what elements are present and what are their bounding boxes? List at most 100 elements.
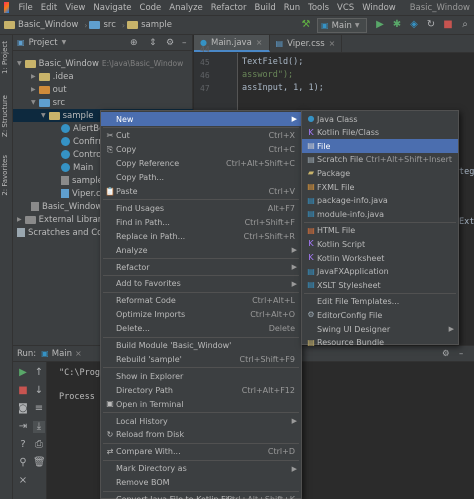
menu-item[interactable]: K Kotlin Worksheet bbox=[302, 251, 458, 265]
hammer-build-icon[interactable]: ⚒ bbox=[300, 19, 312, 31]
menu-refactor[interactable]: Refactor bbox=[207, 3, 251, 13]
menu-item[interactable]: Edit File Templates... bbox=[302, 295, 458, 309]
rerun-icon[interactable]: ▶ bbox=[17, 367, 29, 379]
menu-code[interactable]: Code bbox=[136, 3, 166, 13]
menu-build[interactable]: Build bbox=[250, 3, 279, 13]
expand-arrow-icon[interactable]: ▶ bbox=[17, 216, 22, 223]
search-icon[interactable]: ⌕ bbox=[459, 19, 471, 31]
menu-file[interactable]: File bbox=[15, 3, 37, 13]
menu-item[interactable]: Find in Path... Ctrl+Shift+F bbox=[101, 215, 301, 229]
tree-item[interactable]: Basic_Window bbox=[31, 200, 102, 213]
run-tab[interactable]: ▣ Main × bbox=[41, 349, 82, 359]
tree-item[interactable]: ▶ .idea bbox=[31, 70, 74, 83]
help-icon[interactable]: ? bbox=[17, 439, 29, 451]
menu-item[interactable]: ▤ XSLT Stylesheet bbox=[302, 278, 458, 292]
breadcrumb-item[interactable]: sample bbox=[127, 20, 172, 30]
menu-item[interactable]: ● Java Class bbox=[302, 112, 458, 126]
stop-icon[interactable]: ■ bbox=[17, 385, 29, 397]
menu-item[interactable]: ⎘ Copy Ctrl+C bbox=[101, 143, 301, 157]
tree-item[interactable]: ▼ Basic_Window E:\Java\Basic_Window bbox=[17, 57, 183, 70]
menu-item[interactable]: ⚙ EditorConfig File bbox=[302, 308, 458, 322]
menu-item[interactable]: Rebuild 'sample' Ctrl+Shift+F9 bbox=[101, 352, 301, 366]
menu-item[interactable]: Build Module 'Basic_Window' bbox=[101, 339, 301, 353]
stop-icon[interactable]: ■ bbox=[442, 19, 454, 31]
menu-vcs[interactable]: VCS bbox=[333, 3, 358, 13]
menu-item[interactable]: Swing UI Designer ▶ bbox=[302, 322, 458, 336]
expand-arrow-icon[interactable]: ▼ bbox=[41, 112, 46, 119]
print-icon[interactable]: ⎙ bbox=[33, 439, 45, 451]
menu-item[interactable]: ▤ package-info.java bbox=[302, 194, 458, 208]
tree-item[interactable]: ▶ out bbox=[31, 83, 67, 96]
menu-navigate[interactable]: Navigate bbox=[89, 3, 135, 13]
code-line[interactable]: assword"); bbox=[242, 70, 293, 80]
menu-item[interactable]: K Kotlin File/Class bbox=[302, 126, 458, 140]
tree-item[interactable]: Scratches and Cons bbox=[17, 226, 112, 239]
code-line[interactable]: assInput, 1, 1); bbox=[242, 83, 324, 93]
tree-item[interactable]: sample bbox=[61, 174, 103, 187]
menu-item[interactable]: ▤ File bbox=[302, 139, 458, 154]
menu-item[interactable]: Analyze ▶ bbox=[101, 243, 301, 257]
menu-item[interactable]: Refactor ▶ bbox=[101, 260, 301, 274]
menu-item[interactable]: Show in Explorer bbox=[101, 369, 301, 383]
hide-icon[interactable]: – bbox=[459, 349, 463, 359]
menu-item[interactable]: Directory Path Ctrl+Alt+F12 bbox=[101, 383, 301, 397]
menu-item[interactable]: Copy Path... bbox=[101, 171, 301, 185]
project-panel-title[interactable]: Project bbox=[29, 38, 58, 48]
menu-item[interactable]: Replace in Path... Ctrl+Shift+R bbox=[101, 229, 301, 243]
soft-wrap-icon[interactable]: ≡ bbox=[33, 403, 45, 415]
menu-item[interactable]: ▤ FXML File bbox=[302, 180, 458, 194]
menu-item[interactable]: Convert Java File to Kotlin FileCtrl+Alt… bbox=[101, 493, 301, 499]
code-fragment[interactable]: Ext bbox=[459, 217, 474, 227]
trash-icon[interactable]: 🗑 bbox=[33, 457, 46, 469]
expand-arrow-icon[interactable]: ▶ bbox=[31, 73, 36, 80]
breadcrumb-item[interactable]: src bbox=[89, 20, 116, 30]
menu-window[interactable]: Window bbox=[358, 3, 400, 13]
debug-icon[interactable]: ✱ bbox=[391, 19, 403, 31]
menu-item[interactable]: Find Usages Alt+F7 bbox=[101, 201, 301, 215]
structure-tool-tab[interactable]: Z: Structure bbox=[1, 95, 9, 137]
menu-item[interactable]: ▣ Open in Terminal bbox=[101, 397, 301, 411]
expand-arrow-icon[interactable]: ▼ bbox=[17, 60, 22, 67]
menu-item[interactable]: Add to Favorites ▶ bbox=[101, 277, 301, 291]
menu-tools[interactable]: Tools bbox=[304, 3, 333, 13]
close-icon[interactable]: × bbox=[17, 475, 29, 487]
menu-edit[interactable]: Edit bbox=[37, 3, 61, 13]
gear-icon[interactable]: ⚙ bbox=[166, 38, 174, 48]
run-config-selector[interactable]: ▣ Main ▼ bbox=[317, 18, 367, 33]
coverage-icon[interactable]: ◈ bbox=[408, 19, 420, 31]
menu-item[interactable]: ▤ Scratch File Ctrl+Alt+Shift+Insert bbox=[302, 153, 458, 167]
menu-analyze[interactable]: Analyze bbox=[165, 3, 207, 13]
code-line[interactable]: TextField(); bbox=[242, 57, 303, 67]
favorites-tool-tab[interactable]: 2: Favorites bbox=[1, 155, 9, 196]
menu-run[interactable]: Run bbox=[280, 3, 304, 13]
gear-icon[interactable]: ⚙ bbox=[442, 349, 450, 359]
menu-item[interactable]: Copy Reference Ctrl+Alt+Shift+C bbox=[101, 157, 301, 171]
expand-arrow-icon[interactable]: ▶ bbox=[31, 86, 36, 93]
expand-arrow-icon[interactable]: ▼ bbox=[31, 99, 36, 106]
breadcrumb-item[interactable]: Basic_Window bbox=[4, 20, 78, 30]
hide-icon[interactable]: – bbox=[182, 38, 187, 48]
exit-icon[interactable]: ⇥ bbox=[17, 421, 29, 433]
scroll-up-icon[interactable]: ↑ bbox=[33, 367, 45, 379]
menu-item[interactable]: Optimize Imports Ctrl+Alt+O bbox=[101, 308, 301, 322]
menu-item[interactable]: Mark Directory as ▶ bbox=[101, 462, 301, 476]
locate-icon[interactable]: ⊕ bbox=[130, 38, 138, 48]
console-line[interactable]: "C:\Progr bbox=[59, 368, 105, 378]
pin-icon[interactable]: ⚲ bbox=[17, 457, 29, 469]
menu-view[interactable]: View bbox=[61, 3, 89, 13]
tree-item[interactable]: AlertBo bbox=[61, 122, 104, 135]
close-icon[interactable]: × bbox=[329, 39, 336, 48]
tree-item[interactable]: ▼ src bbox=[31, 96, 65, 109]
tree-item[interactable]: ▶ External Libraries bbox=[17, 213, 113, 226]
menu-item[interactable]: ⇄ Compare With... Ctrl+D bbox=[101, 445, 301, 459]
menu-item[interactable]: Remove BOM bbox=[101, 476, 301, 490]
menu-item[interactable]: ▤ Resource Bundle bbox=[302, 336, 458, 350]
menu-item[interactable]: Reformat Code Ctrl+Alt+L bbox=[101, 294, 301, 308]
close-icon[interactable]: × bbox=[75, 349, 82, 358]
chevron-down-icon[interactable]: ▼ bbox=[62, 39, 67, 46]
menu-item[interactable]: ✂ Cut Ctrl+X bbox=[101, 129, 301, 143]
project-tool-tab[interactable]: 1: Project bbox=[1, 41, 9, 74]
editor-tab[interactable]: ▤ Viper.css × bbox=[270, 35, 343, 52]
menu-item[interactable]: Delete... Delete bbox=[101, 322, 301, 336]
menu-item[interactable]: New ▶ bbox=[101, 112, 301, 126]
